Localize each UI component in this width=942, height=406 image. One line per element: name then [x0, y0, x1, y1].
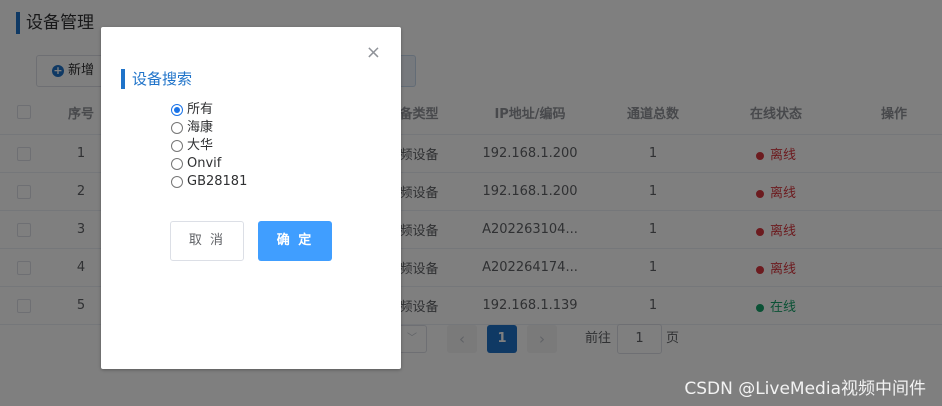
- cancel-button[interactable]: 取 消: [170, 221, 244, 261]
- radio-icon[interactable]: [171, 104, 183, 116]
- vendor-radio-option[interactable]: 大华: [171, 137, 247, 155]
- vendor-radio-option[interactable]: Onvif: [171, 155, 247, 173]
- radio-icon[interactable]: [171, 122, 183, 134]
- radio-label: GB28181: [187, 174, 248, 189]
- radio-icon[interactable]: [171, 158, 183, 170]
- close-icon[interactable]: ×: [366, 43, 381, 63]
- vendor-radio-option[interactable]: GB28181: [171, 173, 247, 191]
- radio-icon[interactable]: [171, 140, 183, 152]
- dialog-title: 设备搜索: [121, 69, 192, 89]
- vendor-radio-option[interactable]: 海康: [171, 119, 247, 137]
- vendor-radio-option[interactable]: 所有: [171, 101, 247, 119]
- device-search-dialog: × 设备搜索 所有海康大华 Onvif GB28181 取 消 确 定: [101, 27, 401, 369]
- radio-label: Onvif: [187, 156, 222, 171]
- vendor-radio-group: 所有海康大华 Onvif GB28181: [171, 101, 247, 191]
- radio-icon[interactable]: [171, 176, 183, 188]
- radio-label: 所有: [187, 102, 214, 117]
- radio-label: 大华: [187, 138, 214, 153]
- watermark: CSDN @LiveMedia视频中间件: [684, 379, 926, 399]
- radio-label: 海康: [187, 120, 214, 135]
- confirm-button[interactable]: 确 定: [258, 221, 332, 261]
